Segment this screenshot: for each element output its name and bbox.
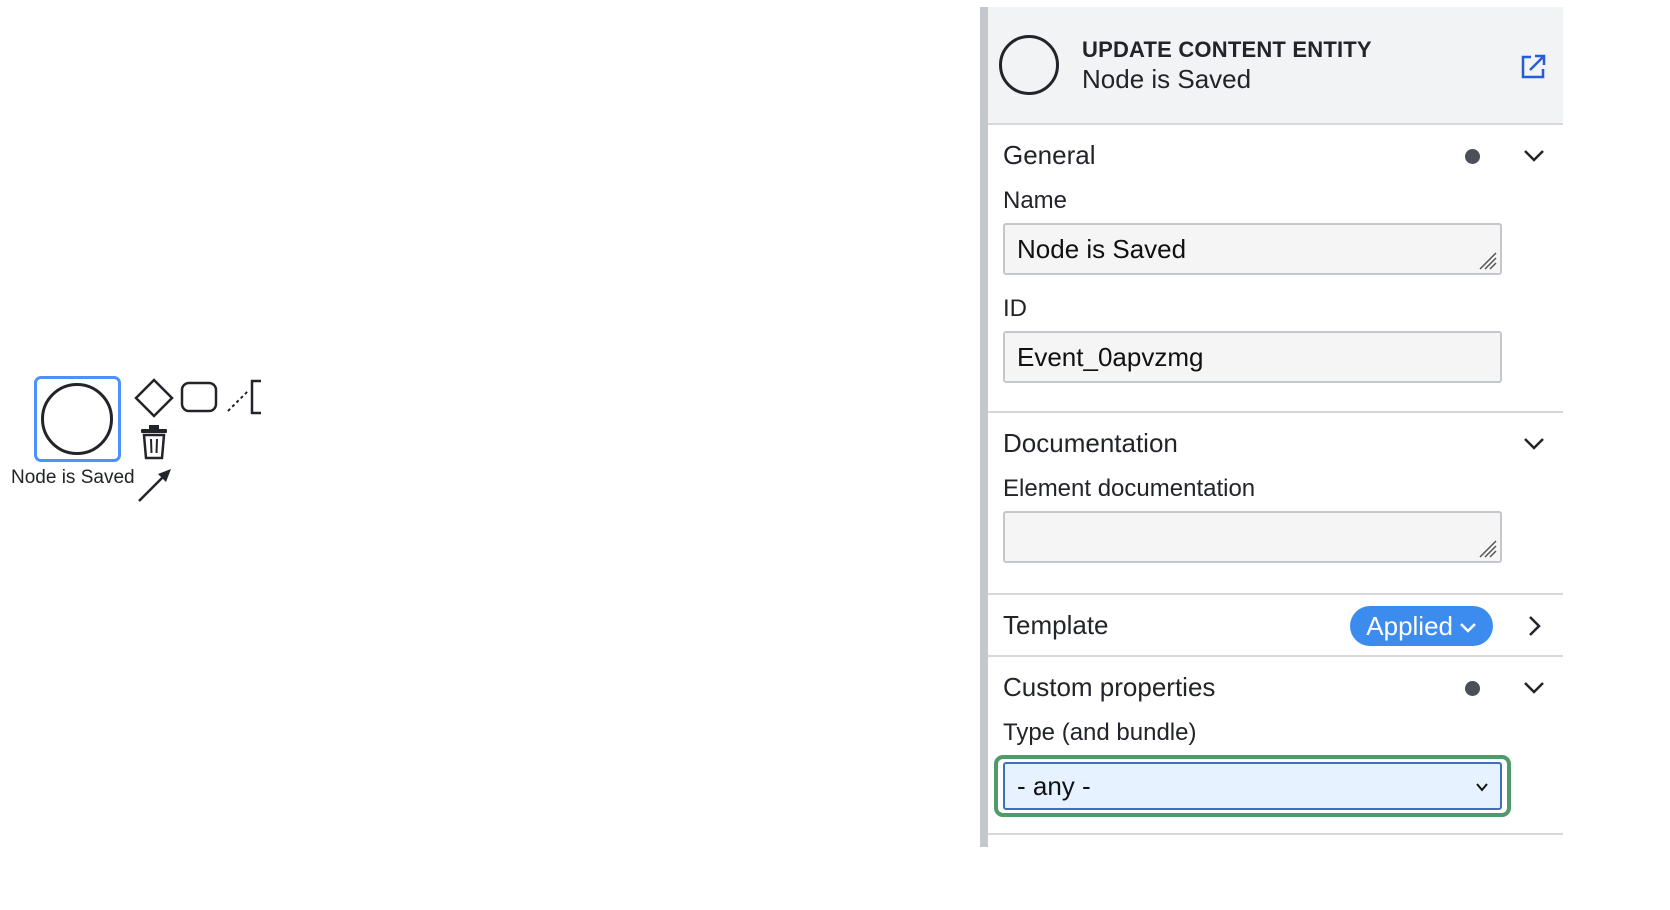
group-title: Documentation — [1003, 428, 1178, 458]
resize-grip-icon[interactable] — [1476, 249, 1498, 271]
group-documentation: Documentation Element documentation — [988, 413, 1563, 595]
element-type: UPDATE CONTENT ENTITY — [1082, 37, 1372, 62]
id-label: ID — [1003, 295, 1027, 322]
group-documentation-header[interactable]: Documentation — [988, 413, 1563, 473]
type-bundle-select[interactable]: - any - — [1003, 762, 1502, 810]
delete-icon[interactable] — [139, 424, 169, 460]
chevron-down-icon[interactable] — [1521, 431, 1547, 457]
group-custom-properties-header[interactable]: Custom properties — [988, 657, 1563, 717]
task-icon[interactable] — [180, 381, 218, 413]
data-indicator-dot — [1465, 681, 1480, 696]
id-field[interactable]: Event_0apvzmg — [1003, 331, 1502, 383]
element-name: Node is Saved — [1082, 64, 1252, 94]
start-event-icon — [999, 35, 1059, 95]
group-template: Template Applied — [988, 595, 1563, 657]
event-label[interactable]: Node is Saved — [11, 467, 134, 489]
group-general-header[interactable]: General — [988, 125, 1563, 185]
resize-grip-icon[interactable] — [1476, 537, 1498, 559]
data-indicator-dot — [1465, 149, 1480, 164]
badge-label: Applied — [1366, 611, 1453, 641]
highlight-outline: - any - — [994, 755, 1511, 817]
panel-header: UPDATE CONTENT ENTITY Node is Saved — [988, 7, 1563, 125]
group-general: General Name Node is Saved ID Event_0apv… — [988, 125, 1563, 413]
chevron-right-icon[interactable] — [1521, 613, 1547, 639]
group-template-header[interactable]: Template Applied — [988, 595, 1563, 655]
group-title: Custom properties — [1003, 672, 1216, 702]
documentation-field[interactable] — [1003, 511, 1502, 563]
connect-arrow-icon[interactable] — [136, 466, 174, 504]
select-value: - any - — [1017, 771, 1091, 801]
chevron-down-icon — [1476, 783, 1488, 792]
group-title: Template — [1003, 610, 1109, 640]
start-event-shape[interactable] — [41, 383, 113, 455]
name-label: Name — [1003, 187, 1068, 214]
text-annotation-icon[interactable] — [225, 378, 265, 416]
name-field[interactable]: Node is Saved — [1003, 223, 1502, 275]
chevron-down-icon[interactable] — [1521, 675, 1547, 701]
type-bundle-label: Type (and bundle) — [1003, 719, 1197, 746]
template-applied-badge[interactable]: Applied — [1350, 606, 1493, 646]
bpmn-canvas[interactable]: Node is Saved — [0, 0, 980, 910]
name-value: Node is Saved — [1017, 234, 1187, 264]
chevron-down-icon[interactable] — [1521, 143, 1547, 169]
open-external-icon[interactable] — [1519, 53, 1547, 81]
group-custom-properties: Custom properties Type (and bundle) - an… — [988, 657, 1563, 835]
gateway-icon[interactable] — [134, 378, 174, 418]
id-value: Event_0apvzmg — [1017, 342, 1204, 372]
properties-panel: UPDATE CONTENT ENTITY Node is Saved Gene… — [980, 7, 1563, 847]
chevron-down-icon — [1460, 623, 1476, 633]
group-title: General — [1003, 140, 1096, 170]
documentation-label: Element documentation — [1003, 475, 1256, 502]
